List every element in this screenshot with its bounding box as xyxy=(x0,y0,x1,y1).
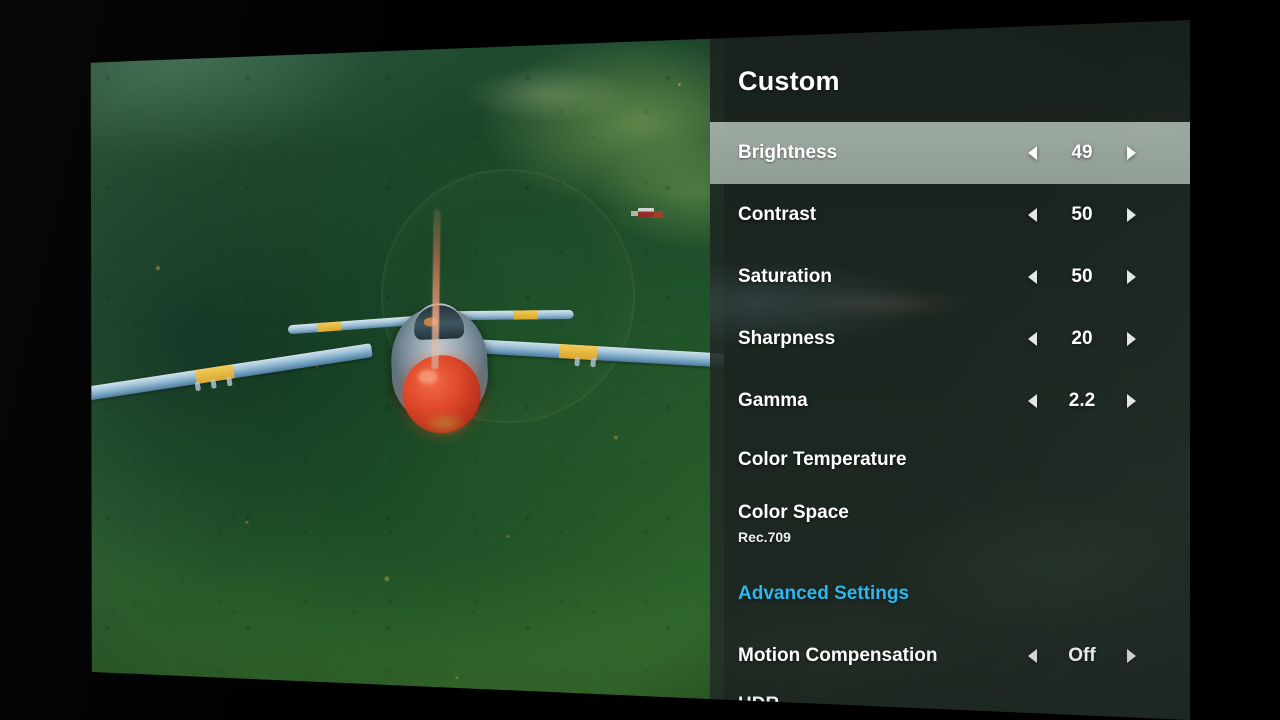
caret-left-icon[interactable] xyxy=(1020,386,1046,416)
setting-row-brightness[interactable]: Brightness 49 xyxy=(710,122,1190,184)
setting-value-saturation: 50 xyxy=(1071,266,1093,287)
setting-row-color-space[interactable]: Color Space Rec.709 xyxy=(710,488,1190,566)
page-title: Custom xyxy=(738,66,840,96)
caret-left-icon[interactable] xyxy=(1020,324,1046,354)
setting-label-gamma: Gamma xyxy=(738,390,808,412)
stepper-gamma: 2.2 xyxy=(1020,370,1144,432)
setting-value-contrast: 50 xyxy=(1071,204,1093,225)
caret-right-icon[interactable] xyxy=(1118,641,1144,671)
video-playback-area xyxy=(90,20,724,720)
setting-value-sharpness: 20 xyxy=(1071,328,1093,349)
caret-right-icon[interactable] xyxy=(1118,262,1144,292)
caret-right-icon[interactable] xyxy=(1118,200,1144,230)
caret-right-icon[interactable] xyxy=(1118,386,1144,416)
stepper-sharpness: 20 xyxy=(1020,308,1144,370)
setting-label-color-space: Color Space xyxy=(738,502,849,523)
tv-photo-scene: Custom Brightness 49 Contrast 50 Saturat… xyxy=(0,0,1280,720)
setting-row-gamma[interactable]: Gamma 2.2 xyxy=(710,370,1190,432)
stepper-contrast: 50 xyxy=(1020,184,1144,246)
settings-list: Brightness 49 Contrast 50 Saturation 50 … xyxy=(710,122,1190,720)
tv-screen-surface: Custom Brightness 49 Contrast 50 Saturat… xyxy=(90,20,1190,720)
caret-left-icon[interactable] xyxy=(1020,262,1046,292)
propeller-aircraft xyxy=(90,209,724,460)
farmhouse-detail xyxy=(638,208,655,218)
picture-settings-panel: Custom Brightness 49 Contrast 50 Saturat… xyxy=(710,20,1190,720)
caret-right-icon[interactable] xyxy=(1118,324,1144,354)
caret-right-icon[interactable] xyxy=(1118,138,1144,168)
setting-label-contrast: Contrast xyxy=(738,204,817,226)
setting-label-brightness: Brightness xyxy=(738,142,838,164)
setting-label-saturation: Saturation xyxy=(738,266,832,288)
stepper-saturation: 50 xyxy=(1020,246,1144,308)
setting-value-brightness: 49 xyxy=(1071,142,1093,163)
setting-label-motion-compensation: Motion Compensation xyxy=(738,645,938,667)
stepper-motion-compensation: Off xyxy=(1020,622,1144,690)
setting-label-color-temperature: Color Temperature xyxy=(738,449,907,471)
setting-row-advanced-settings[interactable]: Advanced Settings xyxy=(710,566,1190,622)
caret-left-icon[interactable] xyxy=(1020,138,1046,168)
setting-row-motion-compensation[interactable]: Motion Compensation Off xyxy=(710,622,1190,690)
setting-row-color-temperature[interactable]: Color Temperature xyxy=(710,432,1190,488)
engine-exhaust-haze xyxy=(413,412,477,449)
stepper-brightness: 49 xyxy=(1020,122,1144,184)
setting-row-saturation[interactable]: Saturation 50 xyxy=(710,246,1190,308)
setting-row-sharpness[interactable]: Sharpness 20 xyxy=(710,308,1190,370)
setting-row-contrast[interactable]: Contrast 50 xyxy=(710,184,1190,246)
caret-left-icon[interactable] xyxy=(1020,641,1046,671)
setting-label-sharpness: Sharpness xyxy=(738,328,836,350)
setting-value-gamma: 2.2 xyxy=(1068,390,1096,411)
setting-subvalue-color-space: Rec.709 xyxy=(738,528,791,545)
caret-left-icon[interactable] xyxy=(1020,200,1046,230)
setting-value-motion-compensation: Off xyxy=(1068,645,1096,666)
setting-label-advanced-settings: Advanced Settings xyxy=(738,583,910,605)
